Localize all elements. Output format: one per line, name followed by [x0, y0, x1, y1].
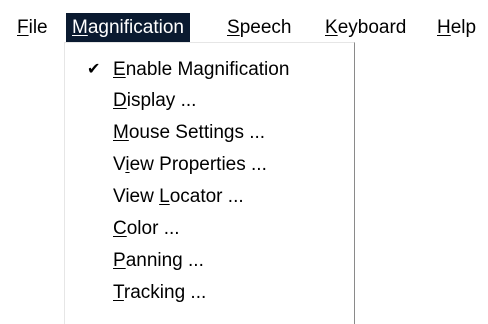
menu-magnification-mnemonic: M — [72, 17, 88, 38]
menu-item-view-properties[interactable]: View Properties ... — [65, 150, 354, 180]
menu-item-enable-magnification[interactable]: ✔ Enable Magnification — [65, 55, 354, 85]
menu-item-view-locator[interactable]: View Locator ... — [65, 182, 354, 212]
menu-item-label: View Properties ... — [113, 154, 267, 175]
menu-magnification[interactable]: Magnification — [66, 13, 190, 42]
menu-item-label: View Locator ... — [113, 186, 244, 207]
menu-item-label: Enable Magnification — [113, 59, 290, 80]
menu-item-display[interactable]: Display ... — [65, 86, 354, 116]
checkmark-icon: ✔ — [87, 61, 101, 78]
menu-help-mnemonic: H — [437, 17, 451, 38]
magnification-dropdown-menu: ✔ Enable Magnification Display ... Mouse… — [64, 42, 355, 324]
menu-item-label: Tracking ... — [113, 282, 207, 303]
menu-keyboard[interactable]: Keyboard — [319, 13, 412, 42]
menu-item-label: Panning ... — [113, 250, 204, 271]
menu-keyboard-mnemonic: K — [325, 17, 338, 38]
menu-item-label: Mouse Settings ... — [113, 122, 266, 143]
menu-speech-mnemonic: S — [227, 17, 240, 38]
menu-item-tracking[interactable]: Tracking ... — [65, 278, 354, 308]
menu-file[interactable]: File — [11, 13, 54, 42]
menu-speech[interactable]: Speech — [221, 13, 297, 42]
menu-file-mnemonic: F — [17, 17, 29, 38]
menu-item-mouse-settings[interactable]: Mouse Settings ... — [65, 118, 354, 148]
menu-keyboard-label: eyboard — [337, 17, 407, 38]
menu-help-label: elp — [450, 17, 477, 38]
menu-file-label: ile — [28, 17, 48, 38]
menu-magnification-label: agnification — [87, 17, 184, 38]
menu-speech-label: peech — [239, 17, 292, 38]
menu-item-panning[interactable]: Panning ... — [65, 246, 354, 276]
menu-item-label: Color ... — [113, 218, 180, 239]
menu-help[interactable]: Help — [431, 13, 482, 42]
menu-item-color[interactable]: Color ... — [65, 214, 354, 244]
menu-item-label: Display ... — [113, 90, 197, 111]
